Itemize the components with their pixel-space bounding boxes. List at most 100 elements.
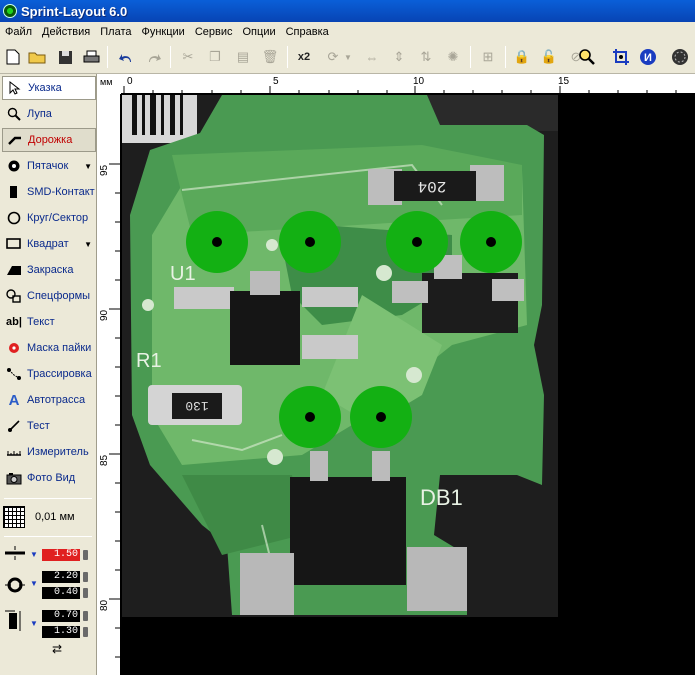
smd-width-stepper[interactable]: [83, 611, 88, 621]
pad-dropdown-icon[interactable]: ▼: [84, 162, 92, 171]
circle-icon: [5, 209, 23, 227]
delete-icon[interactable]: 🗑: [260, 47, 280, 67]
mirror-vertical-icon[interactable]: ⇕: [389, 47, 409, 67]
group-icon[interactable]: ⊞: [478, 47, 498, 67]
pad-5: [279, 386, 341, 448]
ruler-unit: мм: [97, 74, 121, 94]
test-icon: [5, 417, 23, 435]
menu-help[interactable]: Справка: [281, 26, 334, 38]
smd-size-dropdown-icon[interactable]: ▼: [30, 619, 38, 628]
rotate-icon[interactable]: ⟳: [323, 47, 343, 67]
pad-inner-stepper[interactable]: [83, 588, 88, 598]
zoom-icon[interactable]: [576, 47, 598, 67]
menu-actions[interactable]: Действия: [37, 26, 95, 38]
crop-icon[interactable]: [611, 47, 631, 67]
track-width-stepper[interactable]: [83, 550, 88, 560]
ruler-left-label: 95: [99, 164, 110, 176]
paste-icon[interactable]: ▤: [233, 47, 253, 67]
svg-text:И: И: [644, 52, 652, 64]
tool-label: Текст: [27, 316, 55, 328]
menu-functions[interactable]: Функции: [136, 26, 189, 38]
menu-options[interactable]: Опции: [238, 26, 281, 38]
track-width-dropdown-icon[interactable]: ▼: [30, 550, 38, 559]
tool-autoroute[interactable]: A Автотрасса: [2, 388, 96, 412]
layout-canvas[interactable]: 204 130 U1 R1 DB1: [122, 95, 695, 675]
smd-height-field[interactable]: 1.30: [42, 626, 80, 638]
silk-db1: DB1: [420, 485, 463, 510]
save-icon[interactable]: [55, 47, 75, 67]
pcb-photo: 204 130 U1 R1 DB1: [122, 95, 558, 617]
pad-6: [350, 386, 412, 448]
rotate-dropdown-icon[interactable]: ▼: [343, 47, 353, 67]
tool-pad[interactable]: Пятачок ▼: [2, 154, 96, 178]
components-icon[interactable]: [670, 47, 690, 67]
tool-solder-mask[interactable]: Маска пайки: [2, 336, 96, 360]
lock-icon[interactable]: 🔒: [512, 47, 532, 67]
tool-measure[interactable]: Измеритель: [2, 440, 96, 464]
window-title: Sprint-Layout 6.0: [21, 3, 128, 19]
track-icon: [6, 131, 24, 149]
tool-label: Маска пайки: [27, 342, 92, 354]
title-bar: Sprint-Layout 6.0: [0, 0, 695, 22]
tool-rectangle[interactable]: Квадрат ▼: [2, 232, 96, 256]
pad-4: [460, 211, 522, 273]
unlock-icon[interactable]: 🔓: [539, 47, 559, 67]
toolbar: ✂ ❐ ▤ 🗑 x2 ⟳ ▼ ⇔ ⇕ ⇅ ✺ ⊞ 🔒 🔓 ⊘ И: [0, 41, 695, 74]
pad-size-dropdown-icon[interactable]: ▼: [30, 579, 38, 588]
tool-track[interactable]: Дорожка: [2, 128, 96, 152]
pad-outer-stepper[interactable]: [83, 572, 88, 582]
copy-icon[interactable]: ❐: [205, 47, 225, 67]
open-folder-icon[interactable]: [27, 47, 47, 67]
toolbar-separator: [170, 46, 171, 68]
pad-2: [279, 211, 341, 273]
toolbar-separator: [107, 46, 108, 68]
smd-height-stepper[interactable]: [83, 627, 88, 637]
tool-label: Указка: [28, 82, 62, 94]
text-icon: ab|: [6, 316, 22, 328]
solder-mask-icon: [5, 339, 23, 357]
silk-204: 204: [418, 177, 447, 195]
ruler-left: 95 90 85 80: [97, 94, 121, 675]
tool-photo-view[interactable]: Фото Вид: [2, 466, 96, 490]
ruler-left-label: 80: [99, 599, 110, 611]
pad-inner-field[interactable]: 0.40: [42, 587, 80, 599]
tool-test[interactable]: Тест: [2, 414, 96, 438]
sidebar-separator: [4, 536, 92, 537]
redo-icon[interactable]: [144, 47, 164, 67]
sidebar-separator: [4, 498, 92, 499]
smd-size-icon: [4, 608, 28, 639]
grid-setting[interactable]: 0,01 мм: [3, 504, 95, 530]
print-icon[interactable]: [81, 47, 101, 67]
pointer-icon: [6, 79, 24, 97]
pad-icon: [5, 157, 23, 175]
new-file-icon[interactable]: [3, 47, 23, 67]
rectangle-dropdown-icon[interactable]: ▼: [84, 240, 92, 249]
track-width-field[interactable]: 1.50: [42, 549, 80, 561]
tool-smd-pad[interactable]: SMD-Контакт: [2, 180, 96, 204]
smd-width-field[interactable]: 0.70: [42, 610, 80, 622]
info-icon[interactable]: И: [638, 47, 658, 67]
swap-icon[interactable]: ⇄: [52, 642, 62, 656]
pad-outer-field[interactable]: 2.20: [42, 571, 80, 583]
cut-icon[interactable]: ✂: [178, 47, 198, 67]
tool-special-shapes[interactable]: Спецформы: [2, 284, 96, 308]
align-icon[interactable]: ⇅: [416, 47, 436, 67]
tool-pointer[interactable]: Указка: [2, 76, 96, 100]
tool-label: Автотрасса: [27, 394, 86, 406]
tool-circle[interactable]: Круг/Сектор: [2, 206, 96, 230]
menu-board[interactable]: Плата: [95, 26, 136, 38]
grid-value: 0,01 мм: [35, 511, 75, 523]
tool-fill[interactable]: Закраска: [2, 258, 96, 282]
silk-u1: U1: [170, 263, 196, 285]
toolbar-separator: [287, 46, 288, 68]
mirror-horizontal-icon[interactable]: ⇔: [362, 47, 382, 67]
rectangle-icon: [5, 235, 23, 253]
multiply-button[interactable]: x2: [294, 47, 314, 67]
explode-icon[interactable]: ✺: [443, 47, 463, 67]
menu-service[interactable]: Сервис: [190, 26, 238, 38]
menu-file[interactable]: Файл: [0, 26, 37, 38]
tool-routing[interactable]: Трассировка: [2, 362, 96, 386]
tool-text[interactable]: ab| Текст: [2, 310, 96, 334]
undo-icon[interactable]: [116, 47, 136, 67]
tool-magnifier[interactable]: Лупа: [2, 102, 96, 126]
